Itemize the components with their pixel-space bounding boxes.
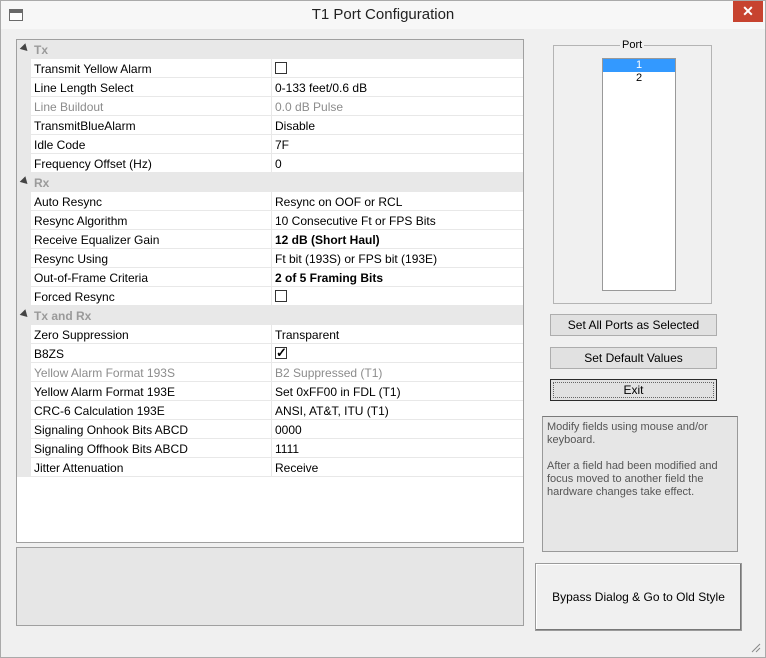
property-row[interactable]: Signaling Offhook Bits ABCD 1111 [17, 439, 523, 458]
property-row[interactable]: Yellow Alarm Format 193S B2 Suppressed (… [17, 363, 523, 382]
property-name: Signaling Offhook Bits ABCD [34, 442, 188, 456]
window-title: T1 Port Configuration [311, 6, 455, 23]
crc6-value[interactable]: ANSI, AT&T, ITU (T1) [275, 404, 389, 418]
jitter-attenuation-value[interactable]: Receive [275, 461, 318, 475]
property-name: Out-of-Frame Criteria [34, 271, 149, 285]
collapse-triangle-icon[interactable] [19, 176, 31, 187]
property-row[interactable]: Resync Using Ft bit (193S) or FPS bit (1… [17, 249, 523, 268]
focus-rectangle [553, 382, 714, 398]
property-row[interactable]: Out-of-Frame Criteria 2 of 5 Framing Bit… [17, 268, 523, 287]
auto-resync-value[interactable]: Resync on OOF or RCL [275, 195, 402, 209]
property-row[interactable]: Jitter Attenuation Receive [17, 458, 523, 477]
title-bar[interactable]: T1 Port Configuration ✕ [1, 1, 765, 29]
port-legend: Port [620, 39, 645, 51]
resize-grip-icon[interactable] [750, 642, 761, 653]
category-tx-and-rx[interactable]: Tx and Rx [17, 306, 523, 325]
property-name: Yellow Alarm Format 193S [34, 366, 175, 380]
property-row[interactable]: B8ZS [17, 344, 523, 363]
bypass-dialog-button[interactable]: Bypass Dialog & Go to Old Style [535, 563, 742, 631]
property-row[interactable]: Yellow Alarm Format 193E Set 0xFF00 in F… [17, 382, 523, 401]
description-pane [16, 547, 524, 626]
help-line-1: Modify fields using mouse and/or keyboar… [547, 421, 708, 446]
offhook-bits-value[interactable]: 1111 [275, 442, 299, 456]
property-name: Signaling Onhook Bits ABCD [34, 423, 189, 437]
idle-code-value[interactable]: 7F [275, 138, 289, 152]
resync-using-value[interactable]: Ft bit (193S) or FPS bit (193E) [275, 252, 437, 266]
property-name: Yellow Alarm Format 193E [34, 385, 175, 399]
property-row[interactable]: Line Length Select 0-133 feet/0.6 dB [17, 78, 523, 97]
property-name: Auto Resync [34, 195, 103, 209]
forced-resync-checkbox[interactable] [275, 290, 287, 302]
property-name: Line Buildout [34, 100, 104, 114]
set-all-ports-button[interactable]: Set All Ports as Selected [550, 314, 717, 336]
property-name: Receive Equalizer Gain [34, 233, 160, 247]
out-of-frame-criteria-value[interactable]: 2 of 5 Framing Bits [275, 271, 383, 285]
help-line-2: After a field had been modified and focu… [547, 460, 718, 498]
port-listbox[interactable]: 1 2 [602, 58, 676, 291]
exit-button[interactable]: Exit [550, 379, 717, 401]
property-row[interactable]: Line Buildout 0.0 dB Pulse [17, 97, 523, 116]
property-row[interactable]: Transmit Yellow Alarm [17, 59, 523, 78]
help-text-box: Modify fields using mouse and/or keyboar… [542, 416, 738, 552]
property-row[interactable]: Receive Equalizer Gain 12 dB (Short Haul… [17, 230, 523, 249]
property-name: Forced Resync [34, 290, 115, 304]
property-name: Idle Code [34, 138, 86, 152]
property-row[interactable]: Zero Suppression Transparent [17, 325, 523, 344]
collapse-triangle-icon[interactable] [19, 43, 31, 54]
transmit-yellow-alarm-checkbox[interactable] [275, 62, 287, 74]
category-label: Rx [34, 176, 50, 190]
property-row[interactable]: Auto Resync Resync on OOF or RCL [17, 192, 523, 211]
port-list-item[interactable]: 1 [603, 59, 675, 72]
property-name: Transmit Yellow Alarm [34, 62, 152, 76]
set-default-values-button[interactable]: Set Default Values [550, 347, 717, 369]
property-row[interactable]: Resync Algorithm 10 Consecutive Ft or FP… [17, 211, 523, 230]
property-name: Jitter Attenuation [34, 461, 124, 475]
property-name: Line Length Select [34, 81, 134, 95]
collapse-triangle-icon[interactable] [19, 309, 31, 320]
b8zs-checkbox[interactable] [275, 345, 287, 361]
property-row[interactable]: TransmitBlueAlarm Disable [17, 116, 523, 135]
yellow-alarm-193e-value[interactable]: Set 0xFF00 in FDL (T1) [275, 385, 401, 399]
property-name: TransmitBlueAlarm [34, 119, 136, 133]
receive-equalizer-gain-value[interactable]: 12 dB (Short Haul) [275, 233, 380, 247]
line-buildout-value: 0.0 dB Pulse [275, 100, 344, 114]
line-length-select-value[interactable]: 0-133 feet/0.6 dB [275, 81, 367, 95]
frequency-offset-value[interactable]: 0 [275, 157, 282, 171]
property-row[interactable]: Idle Code 7F [17, 135, 523, 154]
property-row[interactable]: Signaling Onhook Bits ABCD 0000 [17, 420, 523, 439]
zero-suppression-value[interactable]: Transparent [275, 328, 339, 342]
transmit-blue-alarm-value[interactable]: Disable [275, 119, 315, 133]
property-row[interactable]: CRC-6 Calculation 193E ANSI, AT&T, ITU (… [17, 401, 523, 420]
category-label: Tx [34, 43, 49, 57]
port-groupbox: Port 1 2 [553, 39, 712, 304]
onhook-bits-value[interactable]: 0000 [275, 423, 302, 437]
property-name: CRC-6 Calculation 193E [34, 404, 165, 418]
property-row[interactable]: Forced Resync [17, 287, 523, 306]
property-name: Resync Algorithm [34, 214, 128, 228]
category-rx[interactable]: Rx [17, 173, 523, 192]
category-tx[interactable]: Tx [17, 40, 523, 59]
resync-algorithm-value[interactable]: 10 Consecutive Ft or FPS Bits [275, 214, 436, 228]
close-button[interactable]: ✕ [733, 1, 763, 22]
property-row[interactable]: Frequency Offset (Hz) 0 [17, 154, 523, 173]
category-label: Tx and Rx [34, 309, 92, 323]
property-name: Frequency Offset (Hz) [34, 157, 152, 171]
port-list-item[interactable]: 2 [603, 72, 675, 85]
dialog-window: T1 Port Configuration ✕ Tx Transmit Yell… [0, 0, 766, 658]
property-name: Zero Suppression [34, 328, 129, 342]
property-name: Resync Using [34, 252, 109, 266]
yellow-alarm-193s-value: B2 Suppressed (T1) [275, 366, 383, 380]
property-name: B8ZS [34, 347, 65, 361]
property-grid: Tx Transmit Yellow Alarm Line Length Sel… [16, 39, 524, 543]
